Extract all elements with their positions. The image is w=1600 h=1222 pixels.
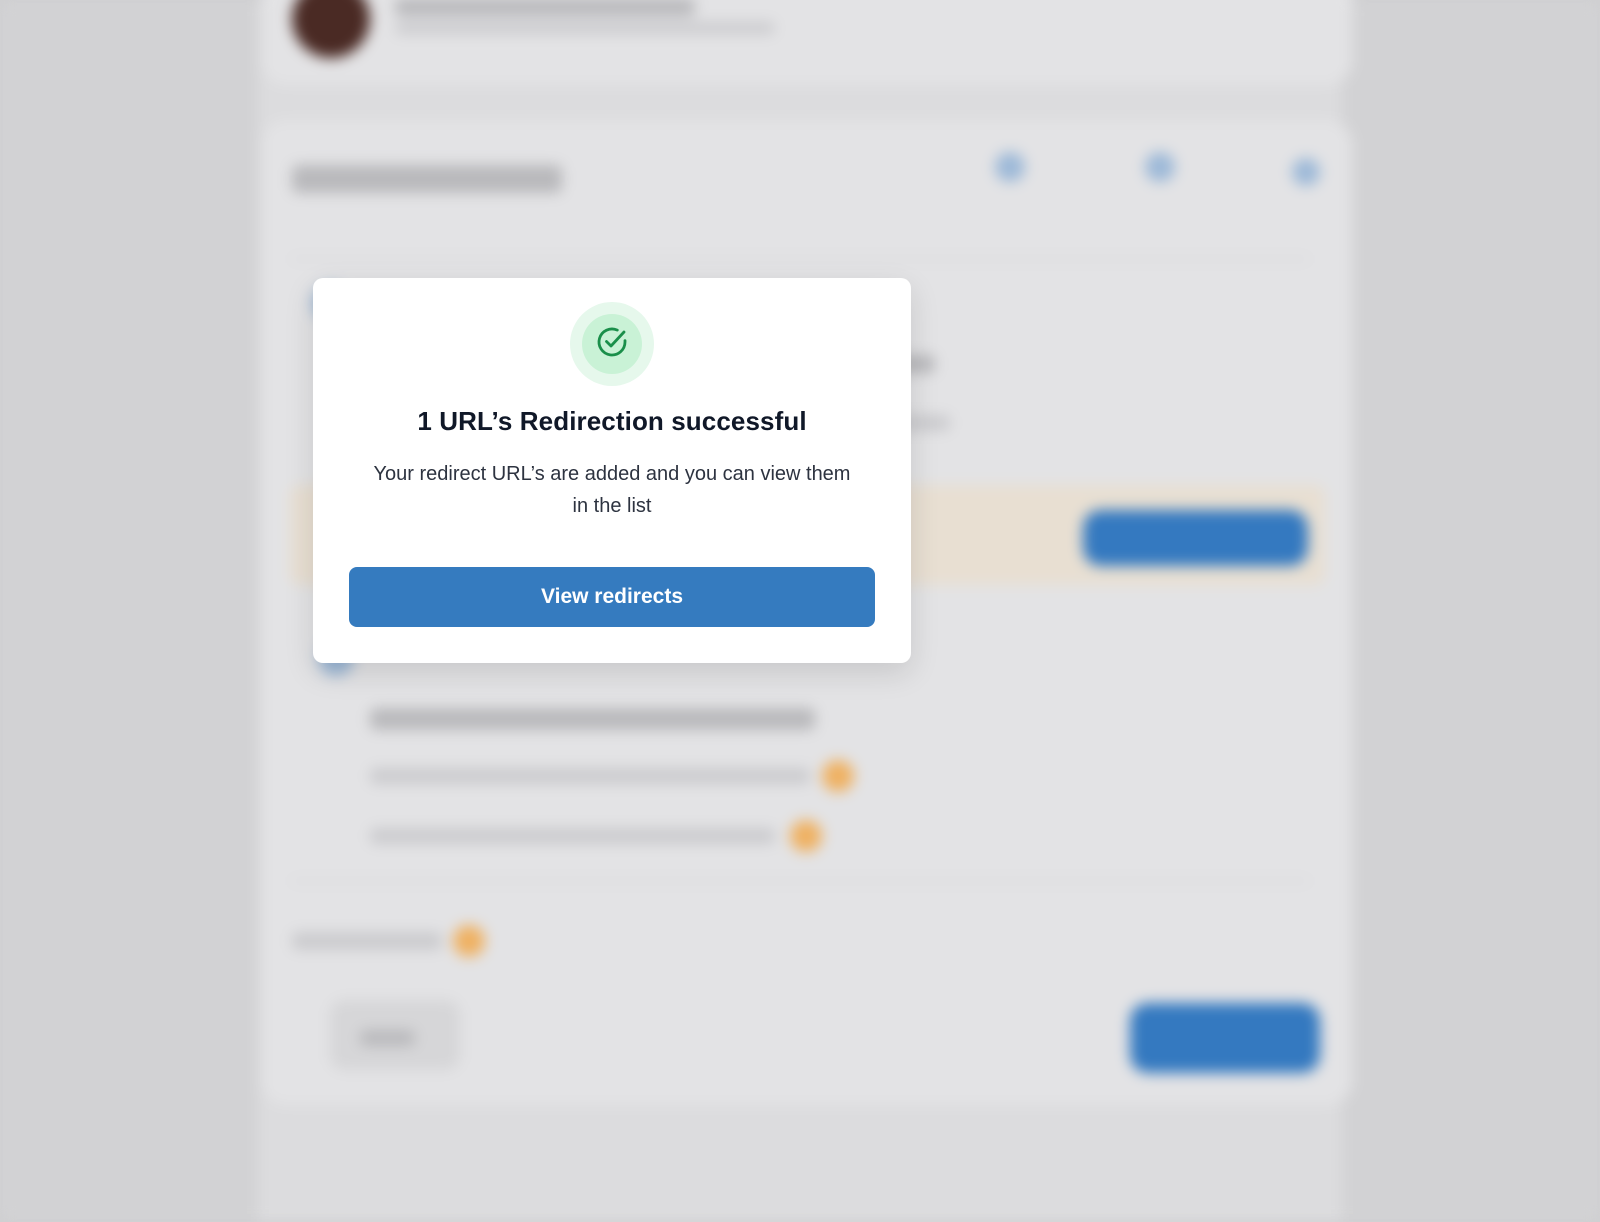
background-right-panel	[1342, 0, 1600, 1222]
dialog-message: Your redirect URL’s are added and you ca…	[373, 463, 851, 517]
background-info-icon	[453, 925, 485, 957]
background-text-line	[292, 932, 442, 950]
check-circle-icon	[594, 324, 630, 364]
background-left-panel	[0, 0, 258, 1222]
dialog-title: 1 URL’s Redirection successful	[417, 406, 807, 436]
background-next-button	[1130, 1003, 1320, 1073]
background-step-icon	[1145, 152, 1175, 182]
background-text-line	[370, 828, 775, 844]
background-action-button	[1083, 510, 1308, 566]
success-icon-badge	[570, 302, 654, 386]
background-text-line	[395, 22, 775, 34]
background-text-line	[395, 0, 695, 16]
background-info-icon	[822, 760, 854, 792]
background-divider	[290, 258, 1310, 260]
background-step-icon	[1292, 158, 1320, 186]
background-info-icon	[790, 820, 822, 852]
background-step-icon	[995, 152, 1025, 182]
background-text-line	[370, 768, 810, 784]
success-dialog: 1 URL’s Redirection successful Your redi…	[313, 278, 911, 663]
background-text-line	[370, 708, 815, 730]
background-divider	[290, 880, 1310, 882]
background-heading	[292, 165, 562, 193]
background-text-line	[360, 1030, 415, 1046]
success-icon-inner	[582, 314, 642, 374]
view-redirects-button[interactable]: View redirects	[349, 567, 875, 627]
